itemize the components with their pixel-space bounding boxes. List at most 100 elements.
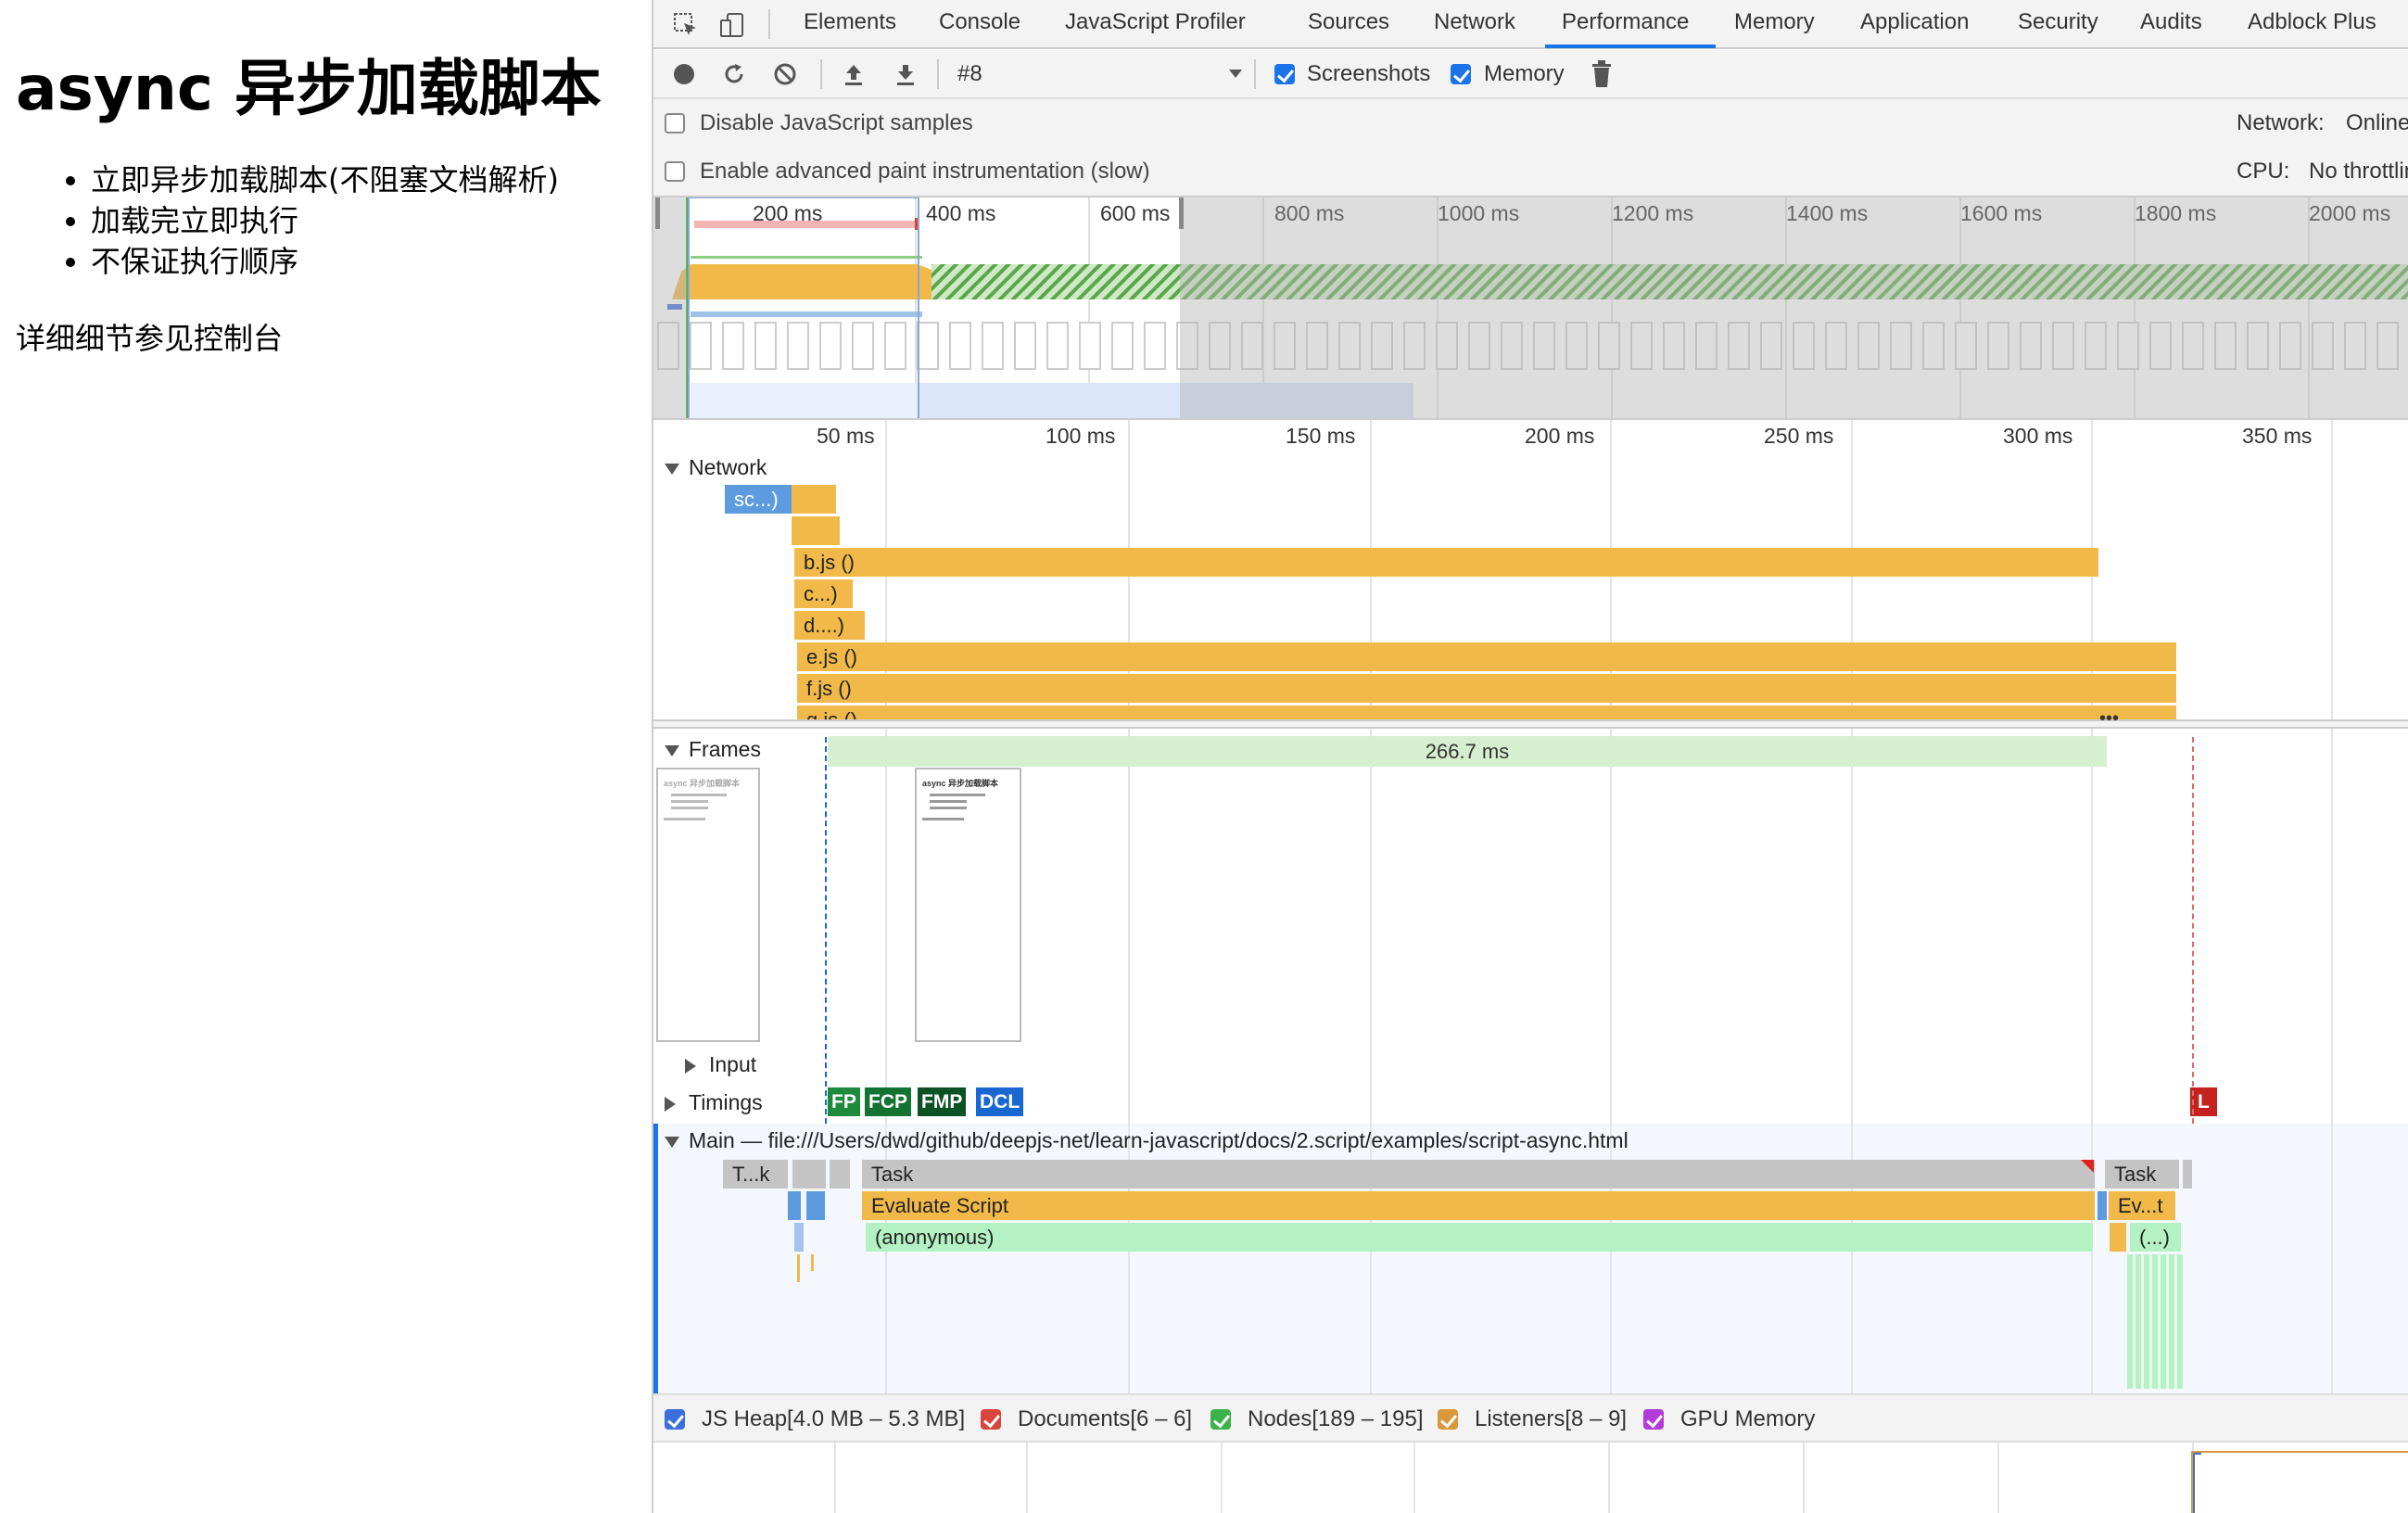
thumb-title: async 异步加载脚本 (664, 779, 741, 788)
network-request-bar[interactable]: f.js () (797, 674, 2176, 703)
cpu-throttle-label: CPU: (2237, 159, 2290, 184)
main-thread-header[interactable]: Main — file:///Users/dwd/github/deepjs-n… (665, 1128, 1629, 1153)
more-icon[interactable]: ••• (2099, 708, 2119, 730)
detail-tick: 100 ms (1046, 424, 1116, 448)
inspect-element-icon[interactable] (672, 11, 700, 39)
tab-performance[interactable]: Performance (1562, 9, 1689, 35)
input-track-header[interactable]: Input (685, 1052, 756, 1077)
clear-icon[interactable] (772, 61, 798, 87)
record-icon[interactable] (672, 62, 696, 86)
flame-parse[interactable] (806, 1191, 825, 1220)
timing-marker-fp[interactable]: FP (828, 1087, 860, 1116)
gpu-memory-checkbox[interactable] (1643, 1409, 1664, 1430)
nodes-checkbox[interactable] (1210, 1409, 1231, 1430)
network-request-bar[interactable] (792, 516, 840, 545)
flame-evaluate-script[interactable]: Ev...t (2109, 1191, 2175, 1220)
flame-call[interactable] (794, 1223, 804, 1252)
thumb-line (930, 794, 985, 796)
tab-memory[interactable]: Memory (1734, 9, 1815, 35)
network-request-bar[interactable]: b.js () (794, 548, 2098, 577)
flame-task[interactable]: Task (862, 1160, 2095, 1189)
expand-triangle-icon (665, 1136, 679, 1148)
gpu-memory-label: GPU Memory (1680, 1406, 1816, 1431)
timing-marker-fcp[interactable]: FCP (865, 1087, 911, 1116)
tab-console[interactable]: Console (939, 9, 1020, 35)
selection-handle-right[interactable] (1179, 197, 1184, 229)
flame-task[interactable] (792, 1160, 826, 1189)
tab-javascript-profiler[interactable]: JavaScript Profiler (1065, 9, 1246, 35)
thumb-line (930, 800, 967, 803)
detail-tick: 150 ms (1286, 424, 1356, 448)
flame-task[interactable]: Task (2105, 1160, 2179, 1189)
flame-anonymous[interactable]: (...) (2130, 1223, 2181, 1252)
screenshots-checkbox[interactable] (1274, 64, 1295, 84)
tab-sources[interactable]: Sources (1308, 9, 1389, 35)
network-request-bar[interactable]: d....) (794, 611, 865, 640)
detail-tick: 300 ms (2003, 424, 2073, 448)
network-request-bar[interactable]: sc...) (725, 485, 792, 514)
flame-task[interactable] (2183, 1160, 2192, 1189)
timeline-overview[interactable]: 200 ms 400 ms 600 ms 800 ms 1000 ms 1200… (653, 197, 2408, 420)
network-request-bar[interactable]: e.js () (797, 642, 2176, 671)
flame-anonymous[interactable]: (anonymous) (866, 1223, 2093, 1252)
js-heap-checkbox[interactable] (665, 1409, 685, 1430)
frame-screenshot[interactable]: async 异步加载脚本 (915, 768, 1021, 1042)
recording-select[interactable]: #8 (957, 61, 982, 87)
network-track-label: Network (689, 455, 767, 479)
flame-parse[interactable] (2097, 1191, 2107, 1220)
upload-icon[interactable] (841, 61, 867, 87)
device-toolbar-icon[interactable] (718, 11, 746, 39)
tab-application[interactable]: Application (1860, 9, 1969, 35)
disable-js-samples-checkbox[interactable] (665, 113, 685, 134)
frame-duration-bar[interactable]: 266.7 ms (828, 736, 2107, 767)
memory-checkbox[interactable] (1451, 64, 1471, 84)
tab-elements[interactable]: Elements (804, 9, 896, 35)
timing-marker-load[interactable]: L (2190, 1087, 2217, 1116)
flame-task[interactable] (830, 1160, 850, 1189)
tab-security[interactable]: Security (2018, 9, 2098, 35)
capture-settings: Disable JavaScript samples Enable advanc… (653, 99, 2408, 197)
network-request-bar[interactable] (792, 485, 836, 514)
selection-handle-left[interactable] (655, 197, 660, 229)
tab-adblock-plus[interactable]: Adblock Plus (2248, 9, 2376, 35)
thumb-line (930, 807, 967, 809)
network-track-header[interactable]: Network (665, 455, 767, 480)
frame-screenshot[interactable]: async 异步加载脚本 (656, 768, 760, 1042)
overview-tick: 600 ms (1100, 201, 1171, 225)
overview-tick: 200 ms (753, 201, 823, 225)
timing-marker-fmp[interactable]: FMP (918, 1087, 967, 1116)
memory-legend: JS Heap[4.0 MB – 5.3 MB] Documents[6 – 6… (653, 1393, 2408, 1443)
trash-icon[interactable] (1590, 59, 1614, 89)
documents-checkbox[interactable] (981, 1409, 1001, 1430)
flame-call[interactable] (2110, 1223, 2126, 1252)
memory-counters-chart[interactable] (653, 1443, 2408, 1513)
tab-audits[interactable]: Audits (2140, 9, 2202, 35)
flame-parse[interactable] (788, 1191, 801, 1220)
network-throttle-select[interactable]: Online (2346, 110, 2408, 136)
thumb-title: async 异步加载脚本 (922, 779, 999, 788)
flame-stack[interactable] (2127, 1254, 2183, 1389)
listeners-checkbox[interactable] (1438, 1409, 1458, 1430)
track-resizer[interactable] (653, 719, 2408, 729)
memory-label: Memory (1484, 61, 1565, 86)
flame-evaluate-script[interactable]: Evaluate Script (862, 1191, 2095, 1220)
page-content: async 异步加载脚本 立即异步加载脚本(不阻塞文档解析) 加载完立即执行 不… (0, 0, 652, 1513)
cpu-throttle-select[interactable]: No throttlin (2309, 159, 2408, 184)
download-icon[interactable] (893, 61, 919, 87)
frames-track-header[interactable]: Frames (665, 737, 761, 762)
overview-tick: 1200 ms (1612, 201, 1694, 225)
reload-icon[interactable] (721, 61, 747, 87)
advanced-paint-checkbox[interactable] (665, 161, 685, 182)
overview-tick: 400 ms (926, 201, 996, 225)
memory-line-graph (2191, 1451, 2408, 1513)
timing-marker-dcl[interactable]: DCL (976, 1087, 1024, 1116)
long-task-warning-icon[interactable] (2081, 1160, 2094, 1173)
chevron-down-icon[interactable] (1228, 69, 1243, 80)
tab-network[interactable]: Network (1434, 9, 1515, 35)
network-request-bar[interactable]: g.js () (797, 706, 2176, 719)
flame-task[interactable]: T...k (723, 1160, 788, 1189)
timings-track-header[interactable]: Timings (665, 1090, 763, 1115)
overview-tick: 1800 ms (2135, 201, 2217, 225)
flame-tick (811, 1254, 814, 1271)
network-request-bar[interactable]: c...) (794, 579, 853, 608)
